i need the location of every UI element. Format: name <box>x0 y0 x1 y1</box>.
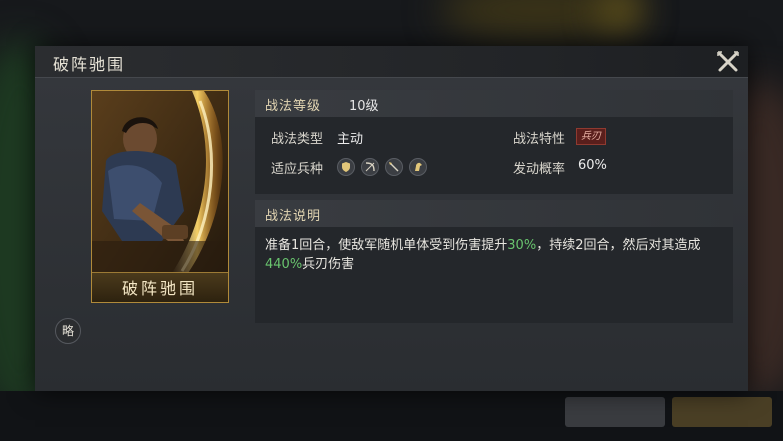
dialog-header: 破阵驰围 <box>35 46 748 78</box>
spear-icon <box>385 158 403 176</box>
desc-highlight-1: 30% <box>507 238 537 253</box>
bow-icon <box>361 158 379 176</box>
shield-icon <box>337 158 355 176</box>
desc-part3: 兵刃伤害 <box>302 257 355 272</box>
close-icon[interactable] <box>716 50 740 74</box>
horse-icon <box>409 158 427 176</box>
desc-part1: 准备1回合，使敌军随机单体受到伤害提升 <box>265 238 508 253</box>
attributes-panel: 战法等级 10级 战法类型 主动 战法特性 兵刃 适应兵种 发动概率 60% <box>255 90 733 194</box>
desc-part2: ，持续2回合，然后对其造成 <box>536 238 701 253</box>
card-name-bar: 破阵驰围 <box>92 272 228 302</box>
tactic-detail-dialog: 破阵驰围 破阵驰围 略 战法等级 10级 战法类型 主动 战法特性 兵刃 适应兵… <box>35 46 748 391</box>
chance-label: 发动概率 <box>513 162 566 177</box>
level-row: 战法等级 10级 <box>255 90 733 117</box>
level-label: 战法等级 <box>265 99 322 114</box>
tactic-card: 破阵驰围 <box>91 90 229 303</box>
level-value: 10级 <box>349 99 379 114</box>
close-button[interactable] <box>716 50 740 74</box>
description-label: 战法说明 <box>265 209 322 224</box>
type-value: 主动 <box>337 132 364 147</box>
trait-label: 战法特性 <box>513 132 566 147</box>
description-panel: 战法说明 准备1回合，使敌军随机单体受到伤害提升30%，持续2回合，然后对其造成… <box>255 200 733 323</box>
description-header: 战法说明 <box>255 200 733 227</box>
trait-badge: 兵刃 <box>576 128 606 145</box>
dialog-title: 破阵驰围 <box>53 55 126 74</box>
units-label: 适应兵种 <box>271 162 324 177</box>
type-label: 战法类型 <box>271 132 324 147</box>
desc-highlight-2: 440% <box>265 257 303 272</box>
warrior-portrait <box>92 91 228 302</box>
description-text: 准备1回合，使敌军随机单体受到伤害提升30%，持续2回合，然后对其造成 440%兵… <box>265 236 725 274</box>
chance-value: 60% <box>578 158 607 173</box>
strategy-badge: 略 <box>55 318 81 344</box>
card-name: 破阵驰围 <box>121 279 198 298</box>
